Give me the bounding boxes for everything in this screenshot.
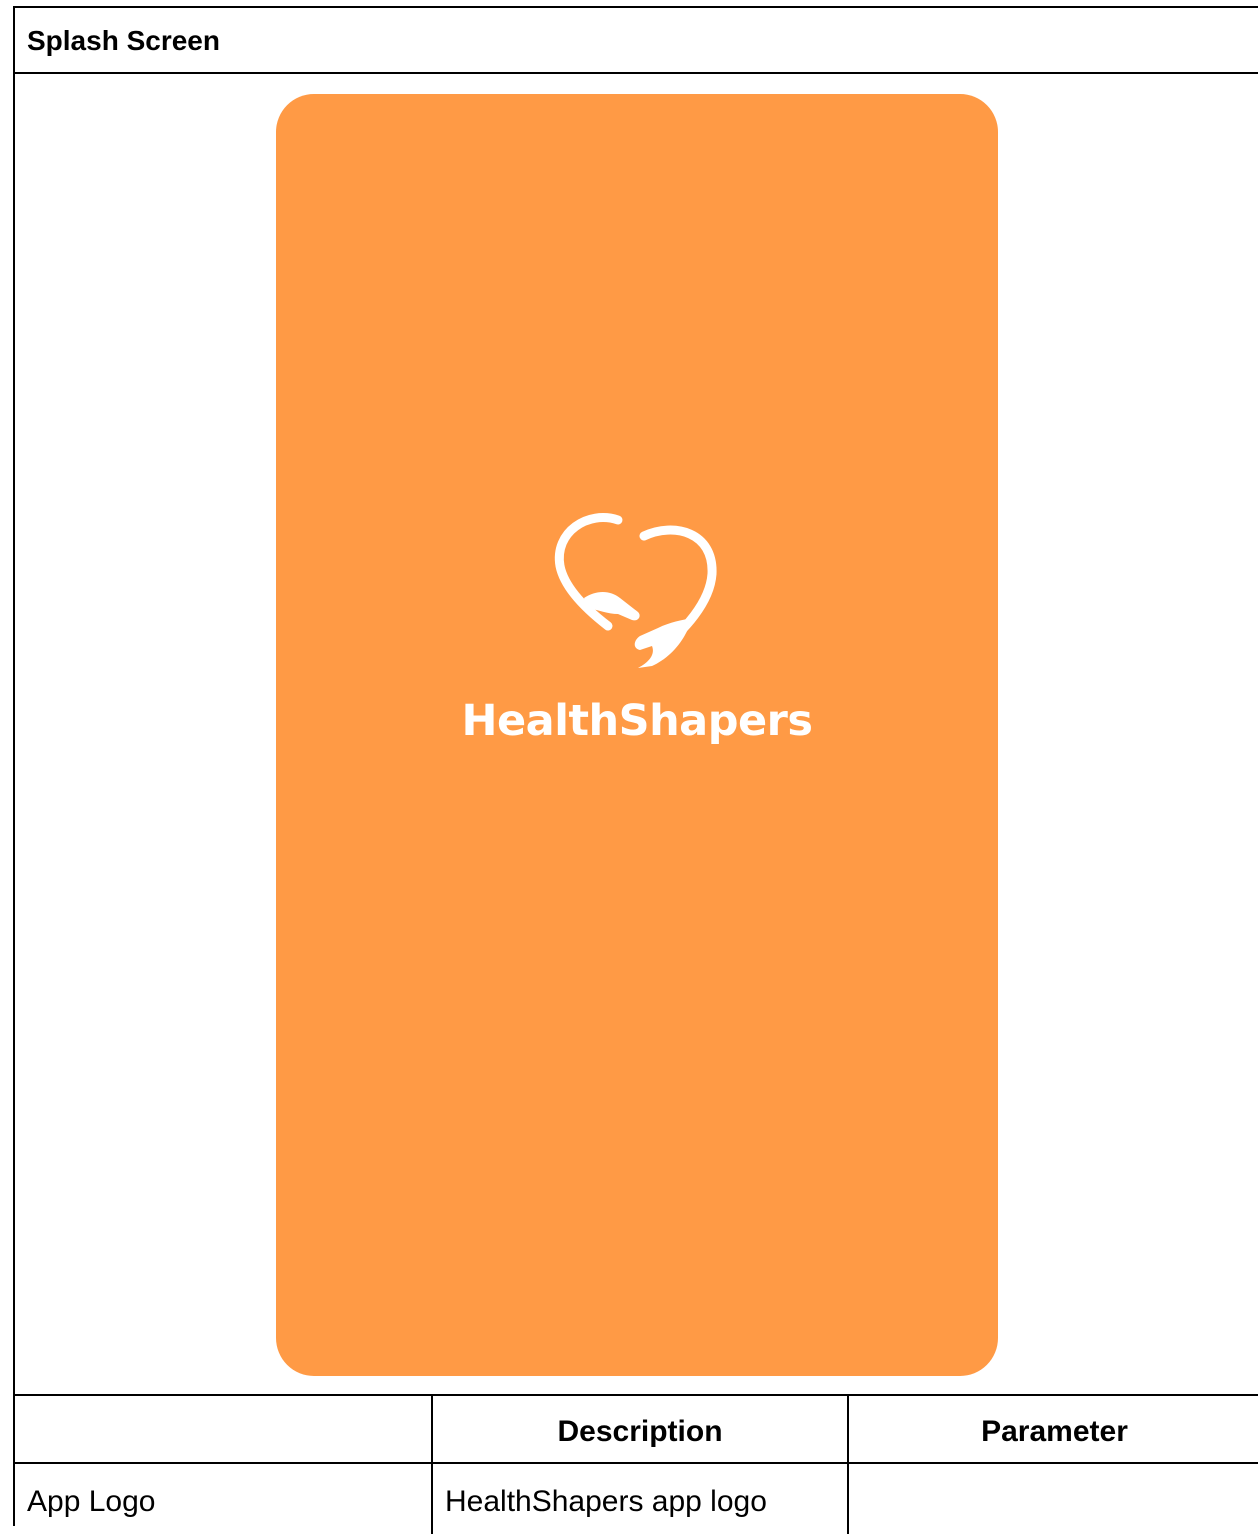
item-description: HealthShapers app logo bbox=[445, 1485, 767, 1518]
section-title: Splash Screen bbox=[27, 25, 220, 56]
table-row: App Logo HealthShapers app logo bbox=[15, 1464, 1258, 1534]
table-cell-item: App Logo bbox=[15, 1464, 431, 1534]
splash-screen-preview: HealthShapers bbox=[276, 94, 998, 1376]
screen-preview-row: HealthShapers bbox=[15, 74, 1258, 1396]
brand-name: HealthShapers bbox=[461, 696, 813, 746]
column-header-description: Description bbox=[557, 1415, 723, 1448]
column-header-parameter: Parameter bbox=[981, 1415, 1128, 1448]
section-header-row: Splash Screen bbox=[15, 8, 1258, 74]
table-header-cell-description: Description bbox=[431, 1396, 847, 1462]
table-header-cell-parameter: Parameter bbox=[847, 1396, 1258, 1462]
table-cell-parameter bbox=[847, 1464, 1258, 1534]
heart-hands-icon bbox=[554, 513, 717, 668]
item-name: App Logo bbox=[27, 1485, 156, 1518]
table-header-row: Description Parameter bbox=[15, 1396, 1258, 1464]
spec-document-table: Splash Screen HealthShapers Description … bbox=[13, 6, 1258, 1534]
table-cell-description: HealthShapers app logo bbox=[431, 1464, 847, 1534]
table-header-cell-empty bbox=[15, 1396, 431, 1462]
